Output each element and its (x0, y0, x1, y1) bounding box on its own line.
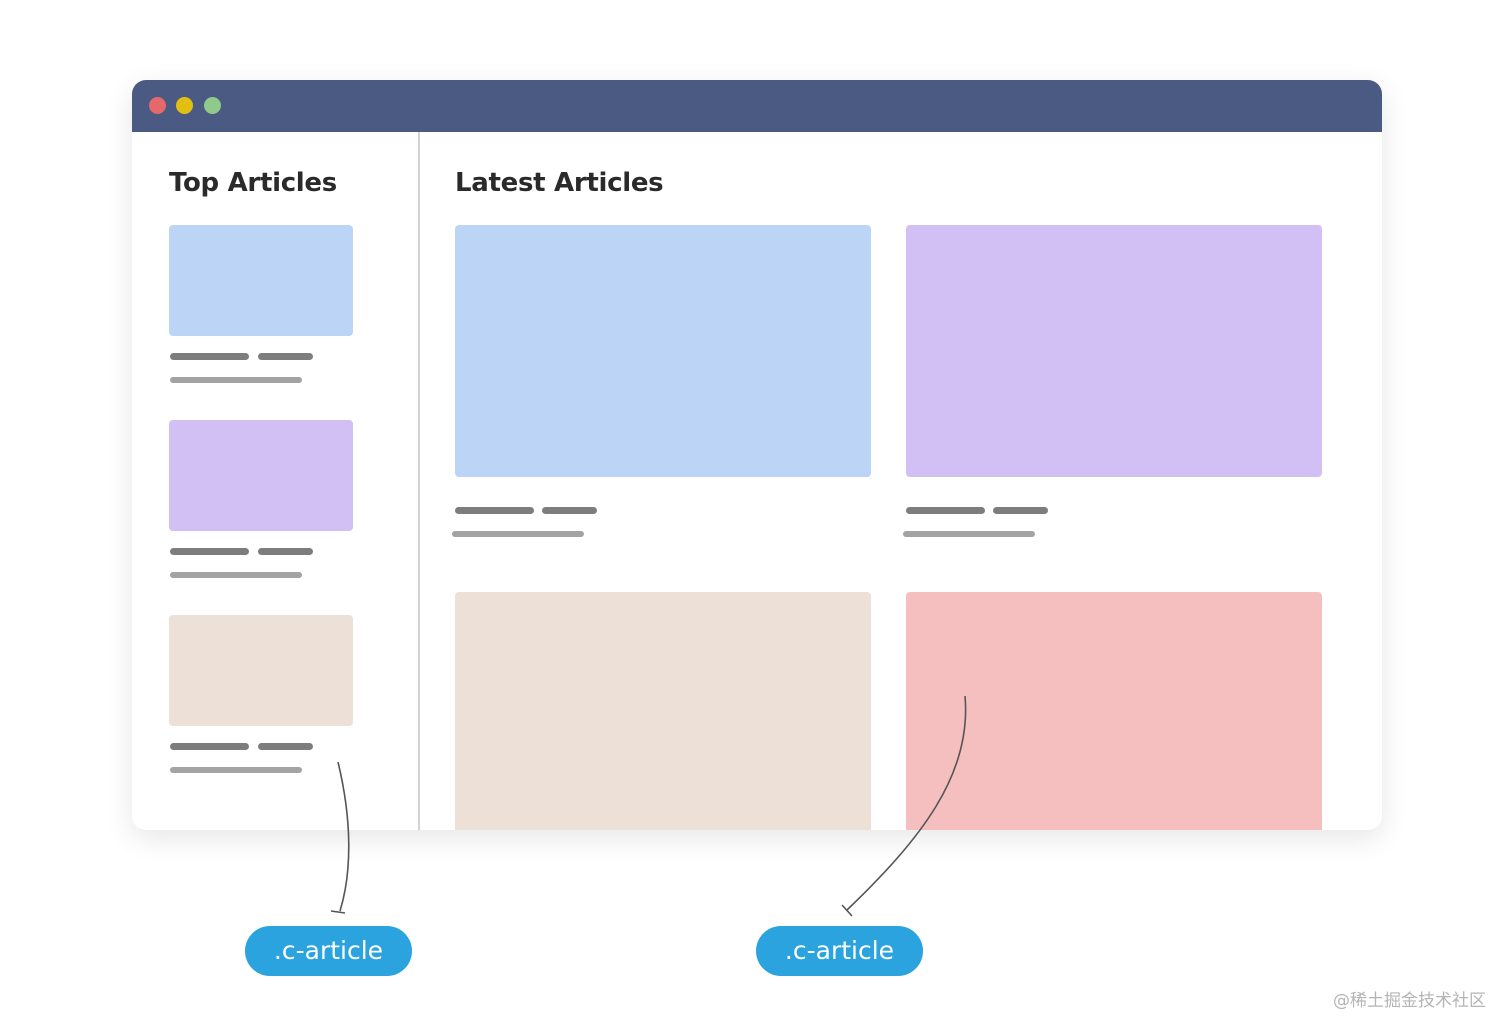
c-article-label: .c-article (245, 926, 412, 976)
connector-end-mark (330, 910, 346, 914)
watermark: @稀土掘金技术社区 (1333, 991, 1486, 1011)
main-article-connector (846, 695, 967, 911)
annotation-connectors (330, 695, 967, 917)
sidebar-article-connector (337, 761, 350, 912)
c-article-label: .c-article (756, 926, 923, 976)
